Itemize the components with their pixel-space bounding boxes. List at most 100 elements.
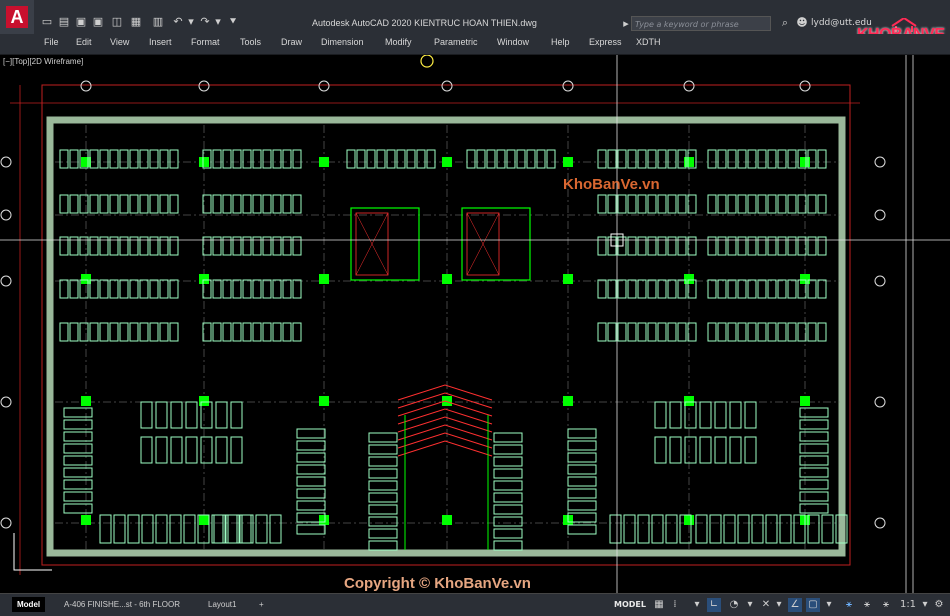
parking-car xyxy=(129,279,139,299)
column xyxy=(319,396,329,406)
parking-car xyxy=(817,279,827,299)
add-layout-icon[interactable]: + xyxy=(254,597,269,612)
menu-window[interactable]: Window xyxy=(497,37,529,47)
menu-xdth[interactable]: XDTH xyxy=(636,37,661,47)
user-icon[interactable]: ☻ xyxy=(796,17,808,29)
search-icon[interactable]: ⌕ xyxy=(779,17,791,29)
parking-car xyxy=(627,149,637,169)
parking-car xyxy=(99,279,109,299)
parking-car xyxy=(751,514,764,544)
dropdown-icon-2[interactable]: ▾ xyxy=(743,598,757,612)
plot-icon[interactable]: ▦ xyxy=(130,16,142,28)
tab-layout1[interactable]: Layout1 xyxy=(203,597,241,612)
menu-dimension[interactable]: Dimension xyxy=(321,37,364,47)
parking-car xyxy=(127,514,140,544)
parking-car-vertical xyxy=(368,432,398,443)
parking-car xyxy=(657,149,667,169)
customize-qa-icon[interactable]: ⯆ xyxy=(227,16,239,28)
parking-car xyxy=(667,279,677,299)
parking-car xyxy=(669,401,682,429)
dropdown-icon[interactable]: ▾ xyxy=(690,598,704,612)
parking-car xyxy=(807,194,817,214)
annotation-scale-icon[interactable]: ⚹ xyxy=(879,598,893,612)
parking-car xyxy=(737,194,747,214)
parking-car-vertical xyxy=(296,476,326,487)
redo-dropdown-icon[interactable]: ▾ xyxy=(212,16,224,28)
grid-icon[interactable]: ▦ xyxy=(652,598,666,612)
viewport-controls[interactable]: [−][Top][2D Wireframe] xyxy=(3,57,83,66)
parking-car-vertical xyxy=(368,480,398,491)
parking-car xyxy=(757,279,767,299)
osnap-icon[interactable]: ✕ xyxy=(759,598,773,612)
column xyxy=(319,274,329,284)
tab-layout-a406[interactable]: A-406 FINISHE...st - 6th FLOOR xyxy=(59,597,185,612)
grid-bubble-left xyxy=(0,156,12,168)
parking-car xyxy=(69,279,79,299)
scale-readout[interactable]: 1:1 xyxy=(898,598,918,612)
tab-model[interactable]: Model xyxy=(12,597,46,612)
parking-car xyxy=(677,322,687,342)
menu-express[interactable]: Express xyxy=(589,37,622,47)
parking-car xyxy=(159,322,169,342)
parking-car xyxy=(667,149,677,169)
parking-car xyxy=(129,194,139,214)
parking-car xyxy=(272,194,282,214)
menu-tools[interactable]: Tools xyxy=(240,37,261,47)
parking-car-vertical xyxy=(296,464,326,475)
polar-icon[interactable]: ◔ xyxy=(727,598,741,612)
search-input[interactable]: Type a keyword or phrase xyxy=(631,16,771,31)
print-icon[interactable]: ▥ xyxy=(152,16,164,28)
ortho-icon[interactable]: ∟ xyxy=(707,598,721,612)
parking-car-vertical xyxy=(296,452,326,463)
menu-insert[interactable]: Insert xyxy=(149,37,172,47)
redo-icon[interactable]: ↷ xyxy=(199,16,211,28)
dropdown-icon-5[interactable]: ▾ xyxy=(918,598,932,612)
undo-icon[interactable]: ↶ xyxy=(172,16,184,28)
menu-parametric[interactable]: Parametric xyxy=(434,37,478,47)
menu-help[interactable]: Help xyxy=(551,37,570,47)
save-as-icon[interactable]: ▣ xyxy=(92,16,104,28)
save-icon[interactable]: ▣ xyxy=(75,16,87,28)
parking-car xyxy=(807,322,817,342)
grid-bubble-left xyxy=(0,275,12,287)
menu-view[interactable]: View xyxy=(110,37,129,47)
parking-car-vertical xyxy=(368,444,398,455)
web-icon[interactable]: ◫ xyxy=(111,16,123,28)
north-marker-icon xyxy=(420,55,434,68)
parking-car xyxy=(59,194,69,214)
parking-car xyxy=(617,194,627,214)
lineweight-icon[interactable]: ∠ xyxy=(788,598,802,612)
menu-file[interactable]: File xyxy=(44,37,59,47)
parking-car xyxy=(169,194,179,214)
parking-car xyxy=(597,322,607,342)
new-file-icon[interactable]: ▭ xyxy=(41,16,53,28)
parking-car xyxy=(757,194,767,214)
parking-car xyxy=(230,401,243,429)
undo-dropdown-icon[interactable]: ▾ xyxy=(185,16,197,28)
menu-modify[interactable]: Modify xyxy=(385,37,412,47)
menu-edit[interactable]: Edit xyxy=(76,37,92,47)
customize-icon[interactable]: ⚙ xyxy=(932,598,946,612)
parking-car xyxy=(677,194,687,214)
parking-car-vertical xyxy=(368,504,398,515)
drawing-viewport[interactable]: [−][Top][2D Wireframe] xyxy=(0,55,950,593)
parking-car xyxy=(695,514,708,544)
model-space-toggle[interactable]: MODEL xyxy=(614,600,646,609)
selection-cycling-icon[interactable]: ▢ xyxy=(806,598,820,612)
parking-car-vertical xyxy=(493,480,523,491)
parking-car xyxy=(149,194,159,214)
snap-icon[interactable]: ⁞ xyxy=(668,598,682,612)
autoscale-icon[interactable]: ⚹ xyxy=(860,598,874,612)
dropdown-icon-3[interactable]: ▾ xyxy=(772,598,786,612)
grid-bubble-top xyxy=(441,80,453,92)
dropdown-icon-4[interactable]: ▾ xyxy=(822,598,836,612)
parking-car xyxy=(709,514,722,544)
open-folder-icon[interactable]: ▤ xyxy=(58,16,70,28)
autocad-logo-icon: A xyxy=(6,6,28,28)
parking-car xyxy=(717,322,727,342)
menu-format[interactable]: Format xyxy=(191,37,220,47)
menu-draw[interactable]: Draw xyxy=(281,37,302,47)
parking-car-vertical xyxy=(799,491,829,502)
parking-car xyxy=(242,149,252,169)
annotation-visibility-icon[interactable]: ⚹ xyxy=(842,598,856,612)
